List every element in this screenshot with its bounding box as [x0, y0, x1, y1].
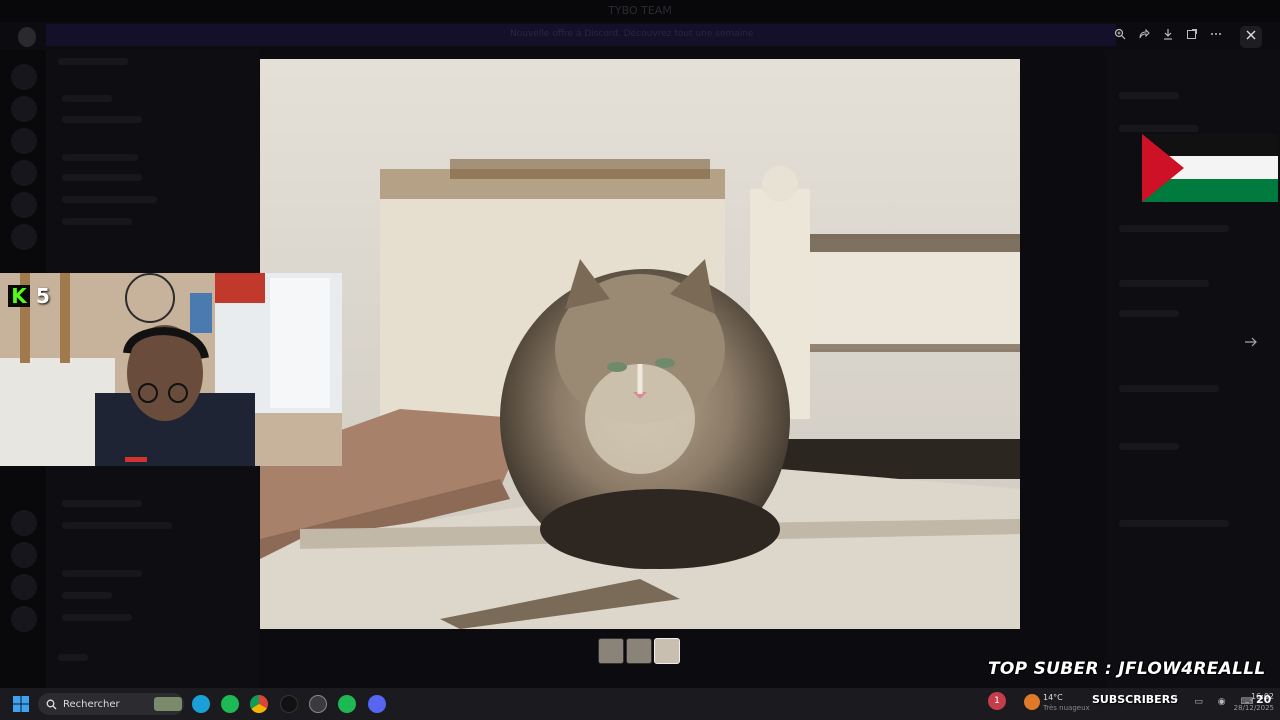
channel-item[interactable] [62, 614, 132, 621]
thumbnail-active[interactable] [654, 638, 680, 664]
member-item[interactable] [1119, 125, 1199, 132]
windows-start-button[interactable] [12, 695, 30, 713]
image-preview [260, 59, 1020, 629]
member-item[interactable] [1119, 310, 1179, 317]
server-icon[interactable] [11, 160, 37, 186]
channel-item[interactable] [62, 95, 112, 102]
close-button[interactable] [1240, 26, 1262, 48]
edge-icon[interactable] [192, 695, 210, 713]
server-icon[interactable] [11, 128, 37, 154]
member-item[interactable] [1119, 280, 1209, 287]
search-icon [46, 699, 57, 709]
channel-item[interactable] [62, 570, 142, 577]
chrome-icon[interactable] [250, 695, 268, 713]
weather-icon[interactable] [1024, 694, 1040, 710]
search-highlight-icon [153, 697, 182, 711]
promo-banner-text: Nouvelle offre à Discord. Découvrez tout… [510, 29, 754, 39]
channel-item[interactable] [62, 196, 157, 203]
member-item[interactable] [1119, 385, 1219, 392]
channel-header [58, 58, 128, 65]
channel-item[interactable] [62, 500, 142, 507]
server-icon[interactable] [11, 510, 37, 536]
spotify-icon[interactable] [338, 695, 356, 713]
spotify-icon[interactable] [221, 695, 239, 713]
weather-description: Très nuageux [1043, 704, 1090, 712]
search-placeholder: Rechercher [63, 698, 120, 710]
temperature: 14°C [1043, 693, 1063, 702]
channel-item[interactable] [62, 592, 112, 599]
screen: TYBO TEAM 16:02 Nouvelle offre à Discord… [0, 0, 1280, 720]
server-icon[interactable] [11, 542, 37, 568]
user-panel[interactable] [58, 654, 88, 661]
download-icon[interactable] [1158, 26, 1178, 46]
close-icon [1246, 30, 1256, 40]
thumbnail[interactable] [626, 638, 652, 664]
kick-viewer-badge: K 5 [8, 284, 50, 308]
forward-icon[interactable] [1134, 26, 1154, 46]
server-icon[interactable] [11, 64, 37, 90]
more-icon[interactable] [1206, 26, 1226, 46]
tiktok-icon[interactable] [280, 695, 298, 713]
member-item[interactable] [1119, 443, 1179, 450]
top-suber-label: TOP SUBER : JFLOW4REALLL [988, 659, 1266, 679]
open-external-icon[interactable] [1182, 26, 1202, 46]
thumbnail[interactable] [598, 638, 624, 664]
server-icon[interactable] [11, 224, 37, 250]
subscribers-label: SUBSCRIBERS [1092, 693, 1179, 706]
discord-icon[interactable] [368, 695, 386, 713]
channel-item[interactable] [62, 116, 142, 123]
avatar[interactable] [18, 27, 36, 47]
clock-date[interactable]: 28/12/2025 [1222, 704, 1274, 712]
taskbar-search[interactable]: Rechercher [38, 693, 184, 715]
thumbnail-strip [598, 638, 682, 664]
kick-logo: K [8, 285, 30, 307]
channel-item[interactable] [62, 174, 142, 181]
channel-item[interactable] [62, 522, 172, 529]
server-icon[interactable] [11, 574, 37, 600]
notification-badge[interactable]: 1 [988, 692, 1006, 710]
webcam-feed [0, 273, 342, 466]
windows-icon [13, 696, 29, 712]
server-icon[interactable] [11, 96, 37, 122]
next-image-button[interactable] [1240, 333, 1262, 355]
arrow-right-icon [1245, 337, 1257, 347]
obs-icon[interactable] [309, 695, 327, 713]
member-item[interactable] [1119, 225, 1229, 232]
server-icon[interactable] [11, 192, 37, 218]
viewer-count: 5 [36, 284, 50, 308]
member-item[interactable] [1119, 92, 1179, 99]
member-item[interactable] [1119, 520, 1229, 527]
app-title: TYBO TEAM [608, 4, 672, 17]
server-icon[interactable] [11, 606, 37, 632]
channel-item[interactable] [62, 218, 132, 225]
palestine-flag [1142, 134, 1278, 202]
channel-item[interactable] [62, 154, 138, 161]
zoom-in-icon[interactable] [1110, 26, 1130, 46]
